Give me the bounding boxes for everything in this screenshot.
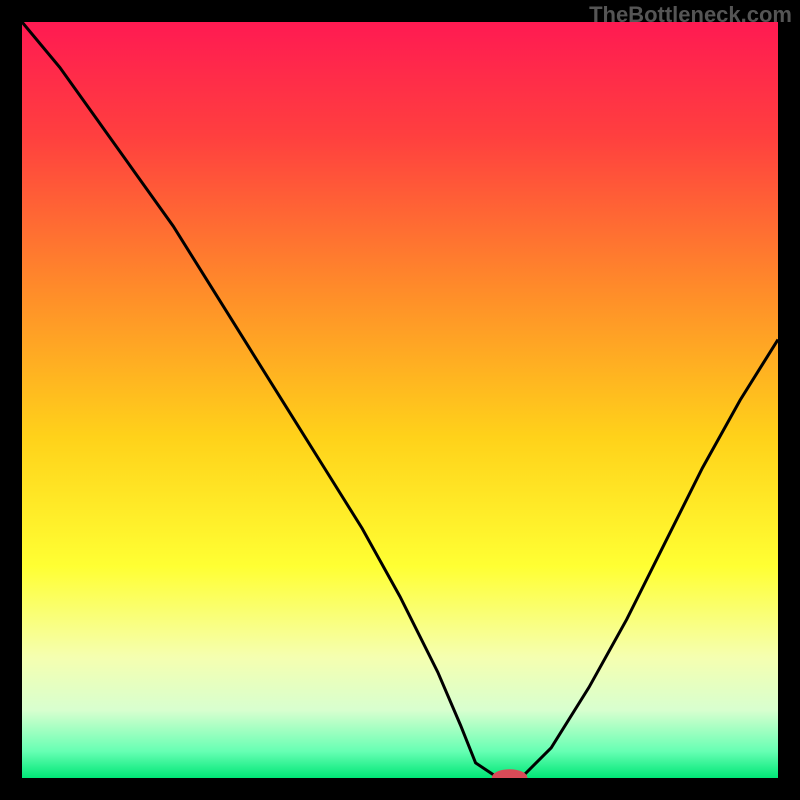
chart-frame: TheBottleneck.com [0, 0, 800, 800]
plot-area [22, 22, 778, 778]
gradient-background [22, 22, 778, 778]
watermark-text: TheBottleneck.com [589, 2, 792, 28]
chart-svg [22, 22, 778, 778]
